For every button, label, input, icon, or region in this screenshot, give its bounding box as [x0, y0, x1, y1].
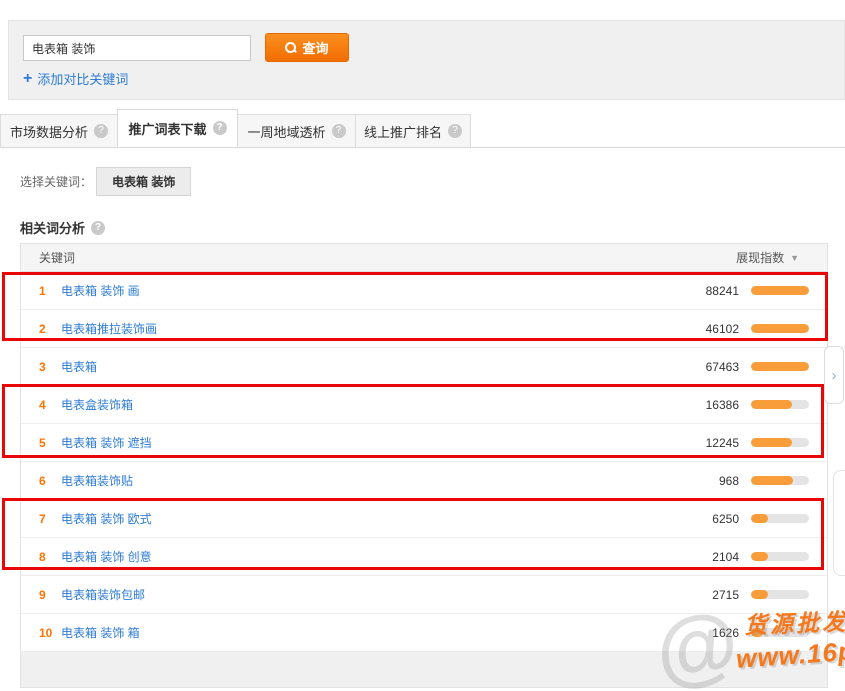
related-words-section-title: 相关词分析 ?	[20, 218, 105, 237]
help-icon[interactable]: ?	[91, 221, 105, 235]
keyword-link[interactable]: 电表箱 装饰 欧式	[61, 510, 152, 527]
tab-bar: 市场数据分析?推广词表下载?一周地域透析?线上推广排名?	[0, 110, 845, 148]
impression-index-value: 6250	[679, 512, 739, 526]
row-rank: 6	[39, 474, 61, 488]
column-header-keyword: 关键词	[21, 249, 75, 266]
query-button-label: 查询	[302, 38, 328, 57]
index-bar-fill	[751, 362, 809, 371]
index-bar	[751, 400, 809, 409]
table-row: 10电表箱 装饰 箱 1626	[21, 614, 827, 652]
tab-2[interactable]: 推广词表下载?	[117, 109, 238, 147]
keyword-search-input[interactable]	[23, 35, 251, 61]
impression-index-value: 2715	[679, 588, 739, 602]
impression-index-value: 16386	[679, 398, 739, 412]
search-panel: 查询 + 添加对比关键词	[8, 20, 845, 100]
index-bar	[751, 324, 809, 333]
impression-index-value: 12245	[679, 436, 739, 450]
query-button[interactable]: 查询	[265, 33, 349, 62]
expand-panel-handle[interactable]: ›	[824, 346, 844, 404]
index-bar-fill	[751, 438, 792, 447]
row-rank: 8	[39, 550, 61, 564]
row-rank: 10	[39, 626, 61, 640]
table-row: 6电表箱装饰贴 968	[21, 462, 827, 500]
page: 查询 + 添加对比关键词 市场数据分析?推广词表下载?一周地域透析?线上推广排名…	[0, 0, 845, 691]
help-icon[interactable]: ?	[448, 124, 462, 138]
index-bar-fill	[751, 628, 763, 637]
keyword-link[interactable]: 电表箱装饰包邮	[61, 586, 145, 603]
keyword-select-label: 选择关键词：	[20, 173, 92, 190]
index-bar-fill	[751, 324, 809, 333]
selected-keyword-tag[interactable]: 电表箱 装饰	[96, 167, 191, 196]
add-compare-keyword-label: 添加对比关键词	[37, 69, 128, 88]
index-bar-fill	[751, 552, 768, 561]
table-row: 2电表箱推拉装饰画 46102	[21, 310, 827, 348]
tab-label: 推广词表下载	[128, 119, 206, 138]
row-rank: 2	[39, 322, 61, 336]
keyword-link[interactable]: 电表箱 装饰 画	[61, 282, 140, 299]
keyword-link[interactable]: 电表箱	[61, 358, 97, 375]
table-row: 4电表盒装饰箱 16386	[21, 386, 827, 424]
index-bar	[751, 362, 809, 371]
index-bar	[751, 628, 809, 637]
sort-desc-icon[interactable]: ▼	[790, 253, 799, 263]
index-bar	[751, 590, 809, 599]
chevron-right-icon: ›	[832, 367, 837, 384]
keyword-link[interactable]: 电表箱 装饰 创意	[61, 548, 152, 565]
table-header: 关键词 展现指数 ▼	[21, 244, 827, 272]
section-title-text: 相关词分析	[20, 218, 85, 237]
table-row: 7电表箱 装饰 欧式 6250	[21, 500, 827, 538]
impression-index-value: 46102	[679, 322, 739, 336]
row-rank: 1	[39, 284, 61, 298]
keyword-link[interactable]: 电表箱 装饰 遮挡	[61, 434, 152, 451]
index-bar-fill	[751, 286, 809, 295]
tab-4[interactable]: 线上推广排名?	[355, 114, 471, 147]
help-icon[interactable]: ?	[213, 121, 227, 135]
impression-index-value: 2104	[679, 550, 739, 564]
row-rank: 9	[39, 588, 61, 602]
table-body: 1电表箱 装饰 画882412电表箱推拉装饰画461023电表箱674634电表…	[21, 272, 827, 652]
table-row: 5电表箱 装饰 遮挡 12245	[21, 424, 827, 462]
impression-index-value: 1626	[679, 626, 739, 640]
index-bar	[751, 286, 809, 295]
help-icon[interactable]: ?	[94, 124, 108, 138]
row-rank: 3	[39, 360, 61, 374]
index-bar	[751, 514, 809, 523]
keyword-link[interactable]: 电表箱装饰贴	[61, 472, 133, 489]
add-compare-keyword-link[interactable]: + 添加对比关键词	[23, 69, 128, 88]
table-row: 1电表箱 装饰 画 88241	[21, 272, 827, 310]
table-row: 3电表箱 67463	[21, 348, 827, 386]
row-rank: 5	[39, 436, 61, 450]
table-row: 8电表箱 装饰 创意 2104	[21, 538, 827, 576]
related-words-table: 关键词 展现指数 ▼ 1电表箱 装饰 画 88241 2电表箱推拉装饰画 46102 3…	[20, 243, 828, 688]
help-icon[interactable]: ?	[332, 124, 346, 138]
keyword-select-row: 选择关键词： 电表箱 装饰	[20, 168, 191, 194]
impression-index-value: 67463	[679, 360, 739, 374]
impression-index-value: 968	[679, 474, 739, 488]
side-panel-fragment	[833, 470, 845, 576]
keyword-link[interactable]: 电表箱推拉装饰画	[61, 320, 157, 337]
index-bar-fill	[751, 590, 768, 599]
plus-icon: +	[23, 72, 32, 86]
impression-index-value: 88241	[679, 284, 739, 298]
index-bar	[751, 552, 809, 561]
keyword-link[interactable]: 电表盒装饰箱	[61, 396, 133, 413]
tab-1[interactable]: 市场数据分析?	[0, 114, 118, 147]
column-header-impression-index[interactable]: 展现指数 ▼	[736, 249, 827, 266]
index-bar	[751, 438, 809, 447]
row-rank: 4	[39, 398, 61, 412]
index-bar-fill	[751, 476, 793, 485]
tab-label: 线上推广排名	[364, 122, 442, 141]
row-rank: 7	[39, 512, 61, 526]
keyword-link[interactable]: 电表箱 装饰 箱	[61, 624, 140, 641]
table-footer	[21, 652, 827, 687]
index-bar-fill	[751, 514, 768, 523]
search-icon	[285, 42, 296, 53]
tab-label: 一周地域透析	[247, 122, 325, 141]
index-bar-fill	[751, 400, 792, 409]
table-row: 9电表箱装饰包邮 2715	[21, 576, 827, 614]
index-bar	[751, 476, 809, 485]
tab-3[interactable]: 一周地域透析?	[237, 114, 356, 147]
tab-label: 市场数据分析	[10, 122, 88, 141]
